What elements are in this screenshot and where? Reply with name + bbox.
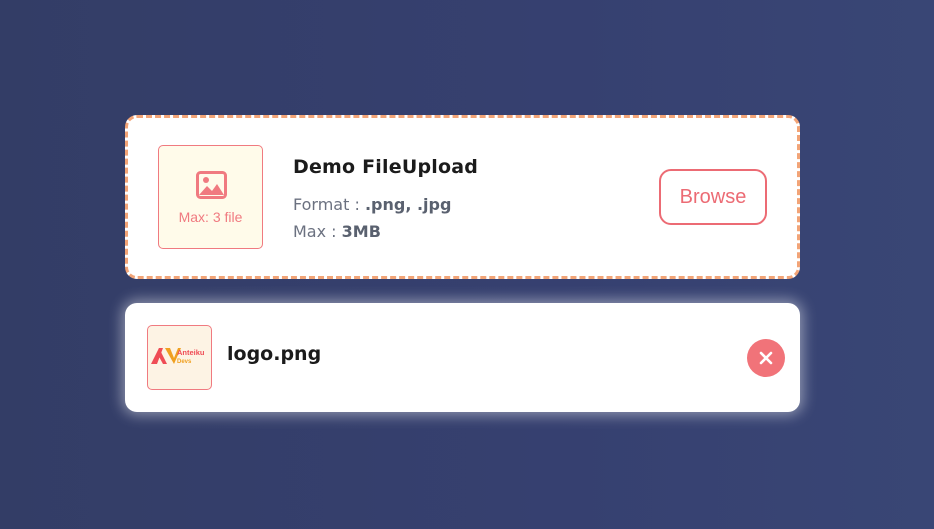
file-name: logo.png bbox=[227, 343, 322, 365]
format-label: Format : bbox=[293, 195, 365, 214]
logo-image: Anteiku Devs bbox=[151, 348, 205, 365]
close-icon bbox=[759, 351, 773, 365]
thumbnail-text-1: Anteiku bbox=[177, 348, 205, 357]
max-size-info: Max : 3MB bbox=[293, 222, 381, 241]
format-value: .png, .jpg bbox=[364, 195, 452, 214]
browse-button[interactable]: Browse bbox=[659, 169, 767, 225]
dropzone[interactable]: Max: 3 file bbox=[158, 145, 263, 249]
thumbnail-text-2: Devs bbox=[177, 359, 192, 365]
upload-title: Demo FileUpload bbox=[293, 156, 479, 178]
file-upload-card: Max: 3 file Demo FileUpload Format : .pn… bbox=[125, 115, 800, 279]
file-thumbnail: Anteiku Devs bbox=[147, 325, 212, 390]
max-size-label: Max : bbox=[293, 222, 342, 241]
image-icon bbox=[196, 171, 227, 199]
format-info: Format : .png, .jpg bbox=[293, 195, 451, 214]
remove-file-button[interactable] bbox=[747, 339, 785, 377]
max-size-value: 3MB bbox=[341, 222, 381, 241]
max-files-label: Max: 3 file bbox=[178, 209, 243, 225]
file-list-item: Anteiku Devs logo.png bbox=[125, 303, 800, 412]
